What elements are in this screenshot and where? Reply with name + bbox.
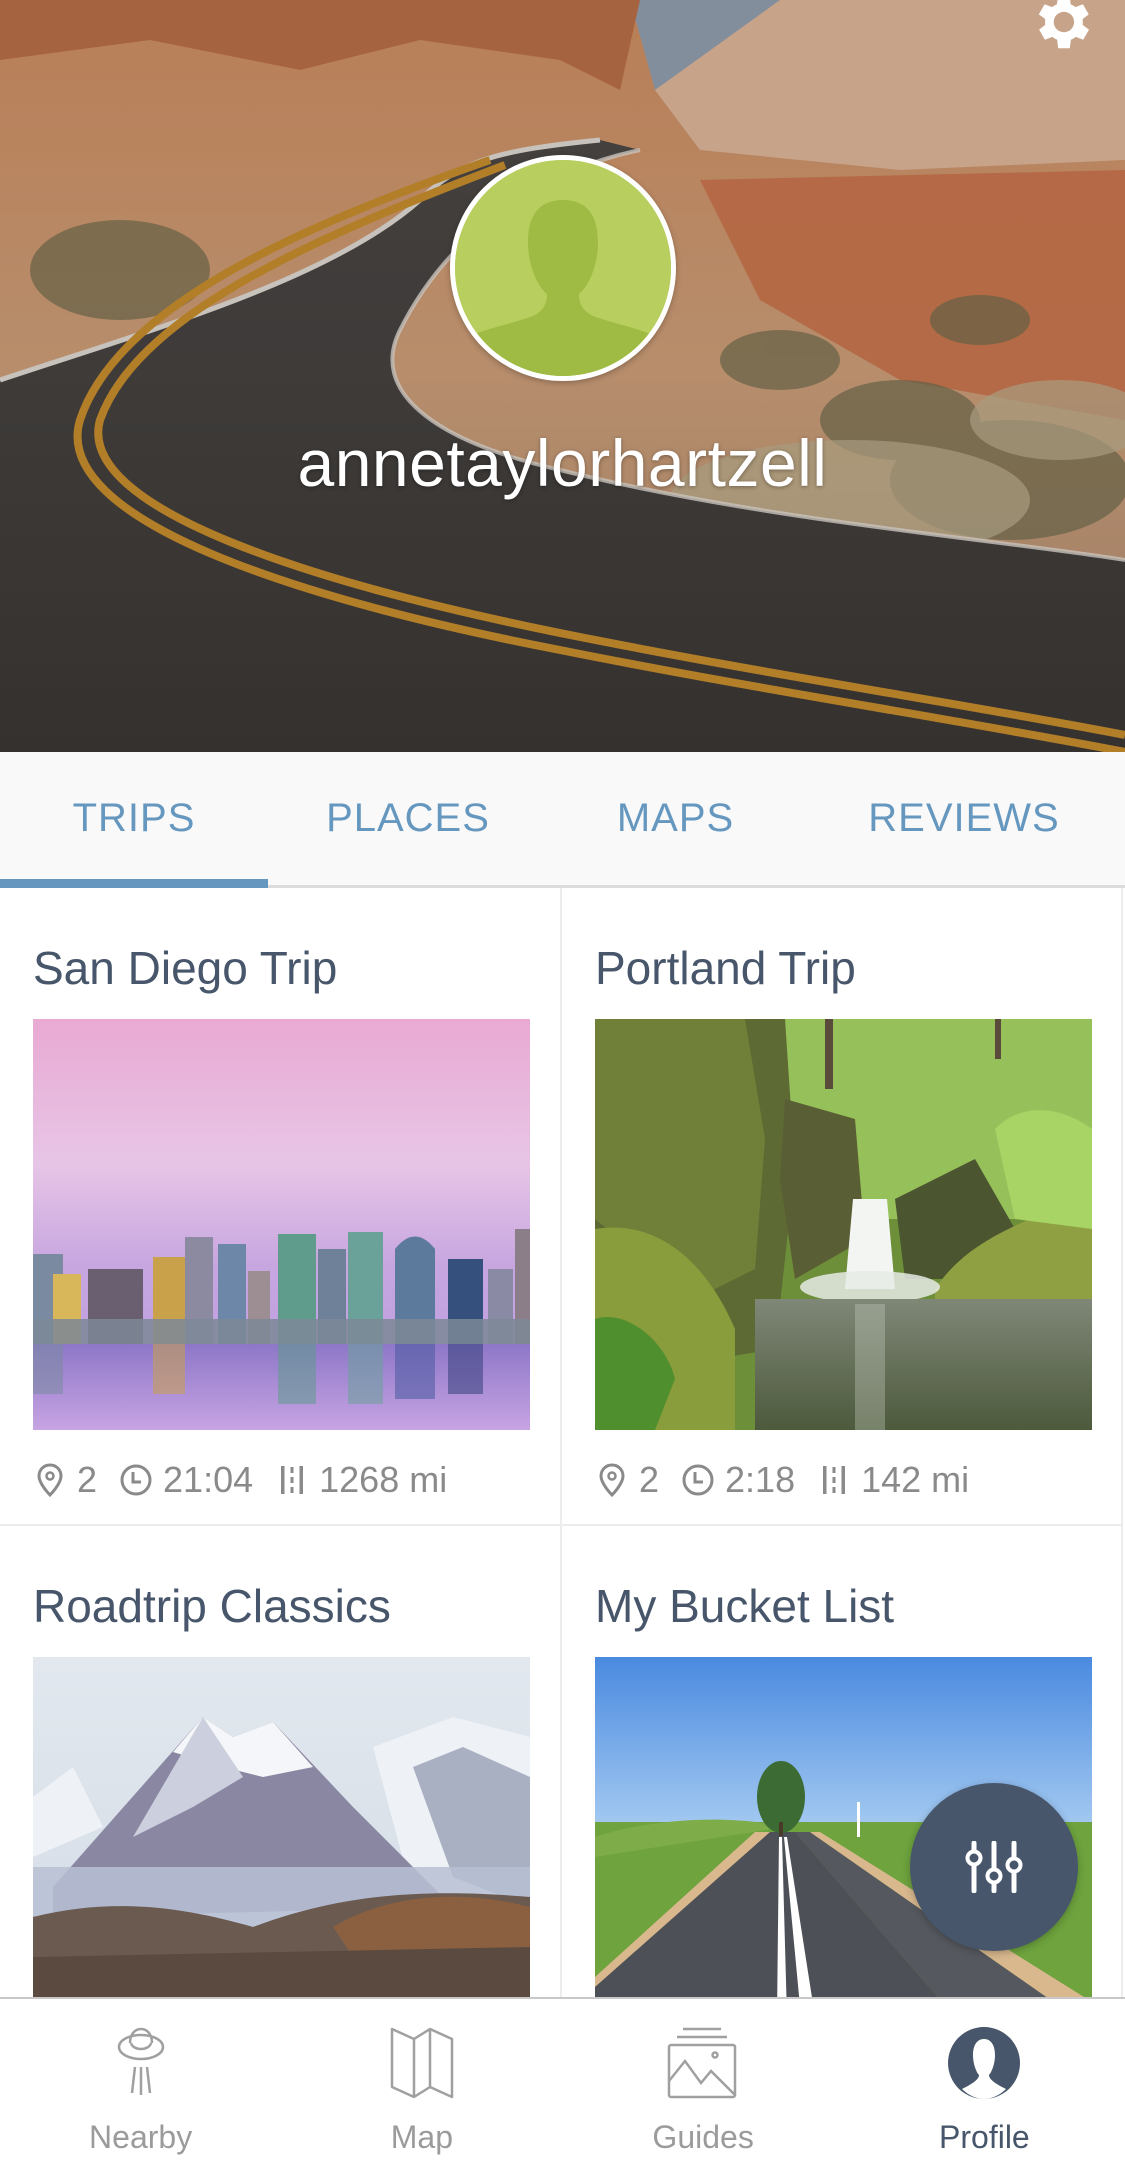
nav-map[interactable]: Map [281, 1999, 562, 2171]
user-silhouette-icon [455, 160, 671, 376]
nav-label: Guides [652, 2119, 754, 2155]
nav-nearby[interactable]: Nearby [0, 1999, 281, 2171]
gear-icon [1038, 0, 1089, 49]
trip-distance: 1268 mi [319, 1459, 448, 1500]
nav-profile[interactable]: Profile [844, 1999, 1125, 2171]
location-pin-icon [33, 1460, 67, 1500]
stops-count: 2 [639, 1459, 660, 1500]
sliders-icon [965, 1841, 1023, 1893]
username: annetaylorhartzell [297, 426, 828, 500]
tab-label: TRIPS [72, 796, 196, 840]
trip-card[interactable]: San Diego Trip 2 21:04 1268 mi [0, 888, 562, 1526]
profile-tabs: TRIPS PLACES MAPS REVIEWS [0, 752, 1125, 888]
trip-distance: 142 mi [861, 1459, 970, 1500]
nav-label: Map [390, 2119, 453, 2155]
trip-duration: 21:04 [163, 1459, 254, 1500]
stops-count: 2 [77, 1459, 98, 1500]
tab-reviews[interactable]: REVIEWS [803, 752, 1125, 885]
tab-maps[interactable]: MAPS [548, 752, 803, 885]
trip-image[interactable] [595, 1019, 1092, 1430]
tab-places[interactable]: PLACES [268, 752, 548, 885]
trip-image[interactable] [33, 1019, 530, 1430]
trip-stats: 2 2:18 142 mi [595, 1455, 991, 1505]
trip-title: San Diego Trip [33, 942, 338, 994]
trip-card[interactable]: Portland Trip 2 2:18 142 mi [562, 888, 1123, 1526]
san-diego-skyline-image [33, 1019, 530, 1430]
folded-map-icon [390, 2027, 454, 2099]
active-tab-indicator [0, 879, 268, 888]
tab-label: MAPS [616, 796, 735, 840]
waterfall-forest-image [595, 1019, 1092, 1430]
tab-label: REVIEWS [868, 796, 1060, 840]
trip-card[interactable]: Roadtrip Classics [0, 1526, 562, 2017]
filter-button[interactable] [910, 1783, 1078, 1951]
road-distance-icon [275, 1460, 309, 1500]
user-circle-icon [948, 2027, 1021, 2099]
road-distance-icon [817, 1460, 851, 1500]
tab-label: PLACES [326, 796, 490, 840]
nav-guides[interactable]: Guides [563, 1999, 844, 2171]
clock-icon [681, 1460, 715, 1500]
location-pin-icon [595, 1460, 629, 1500]
snowy-mountains-image [33, 1657, 530, 2017]
ufo-icon [117, 2027, 164, 2095]
profile-header: annetaylorhartzell [0, 0, 1125, 752]
trip-title: My Bucket List [595, 1580, 895, 1632]
trip-title: Roadtrip Classics [33, 1580, 391, 1632]
tab-trips[interactable]: TRIPS [0, 752, 268, 888]
bottom-navigation: Nearby Map Guides Profile [0, 1997, 1125, 2171]
trip-stats: 2 21:04 1268 mi [33, 1455, 469, 1505]
trip-title: Portland Trip [595, 942, 856, 994]
trip-duration: 2:18 [725, 1459, 796, 1500]
settings-button[interactable] [1025, 0, 1097, 58]
nav-label: Nearby [89, 2119, 193, 2155]
clock-icon [119, 1460, 153, 1500]
avatar[interactable] [450, 155, 676, 381]
nav-label: Profile [939, 2119, 1030, 2155]
trip-image[interactable] [33, 1657, 530, 2017]
photo-stack-icon [667, 2027, 737, 2099]
